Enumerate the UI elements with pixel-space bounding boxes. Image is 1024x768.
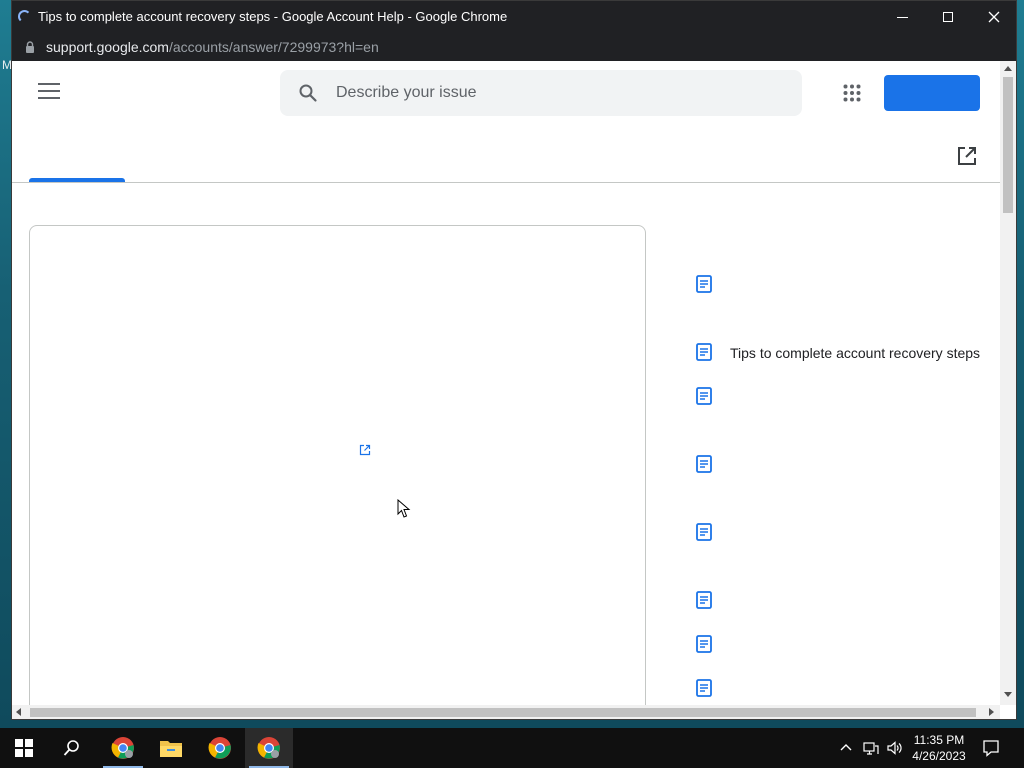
article-icon [696,275,712,293]
close-icon [988,11,1000,23]
vertical-scrollbar[interactable] [1000,61,1016,705]
url-host: support.google.com [46,39,169,55]
url-text[interactable]: support.google.com/accounts/answer/72999… [46,39,379,55]
related-article-item[interactable] [696,523,996,545]
loading-spinner-icon [18,10,31,23]
related-article-item[interactable] [696,591,996,613]
close-button[interactable] [971,1,1017,33]
title-bar[interactable]: Tips to complete account recovery steps … [12,1,1016,33]
volume-icon[interactable] [886,740,902,756]
related-article-label: Tips to complete account recovery steps [730,345,981,361]
related-articles-list: Tips to complete account recovery steps [696,61,996,705]
article-icon [696,591,712,609]
chrome-popup-window: Tips to complete account recovery steps … [11,0,1017,720]
scroll-down-arrow-icon[interactable] [1004,692,1012,697]
chrome-icon [111,737,134,759]
vertical-scroll-thumb[interactable] [1003,77,1013,213]
mouse-pointer-icon [397,499,411,518]
article-icon [696,635,712,653]
start-button[interactable] [0,728,48,768]
taskbar: 11:35 PM 4/26/2023 [0,728,1024,768]
url-path: /accounts/answer/7299973?hl=en [168,39,379,55]
taskbar-file-explorer[interactable] [147,728,195,768]
horizontal-scroll-thumb[interactable] [30,708,976,717]
system-clock[interactable]: 11:35 PM 4/26/2023 [906,732,972,764]
folder-icon [160,741,182,757]
external-link-icon[interactable] [359,444,371,456]
article-icon [696,523,712,541]
help-page: Tips to complete account recovery steps [12,61,1000,705]
related-article-item[interactable] [696,679,996,701]
notification-center-icon[interactable] [982,739,1000,757]
related-article-item[interactable] [696,387,996,409]
taskbar-chrome[interactable] [196,728,244,768]
hamburger-menu-icon[interactable] [38,83,60,101]
related-article-item[interactable] [696,275,996,297]
scroll-left-arrow-icon[interactable] [16,708,21,716]
article-icon [696,679,712,697]
related-article-item[interactable] [696,635,996,657]
search-icon [63,740,79,756]
windows-logo-icon [15,739,33,757]
chevron-up-icon[interactable] [838,740,854,756]
related-article-item[interactable]: Tips to complete account recovery steps [696,343,996,365]
window-title: Tips to complete account recovery steps … [38,9,508,24]
clock-time: 11:35 PM [913,733,965,747]
taskbar-chrome-profile-app[interactable] [99,728,147,768]
horizontal-scrollbar[interactable] [12,705,1000,719]
minimize-button[interactable] [879,1,925,33]
taskbar-search-button[interactable] [48,728,96,768]
article-icon [696,387,712,405]
search-icon [299,84,317,102]
maximize-button[interactable] [925,1,971,33]
chrome-icon [208,737,231,759]
network-icon[interactable] [863,740,879,756]
related-article-item[interactable] [696,455,996,477]
scroll-right-arrow-icon[interactable] [989,708,994,716]
address-bar[interactable]: support.google.com/accounts/answer/72999… [12,33,1016,61]
minimize-icon [896,16,908,18]
content-card [29,225,646,705]
chrome-icon [257,737,280,759]
lock-icon [26,41,34,53]
article-icon [696,455,712,473]
article-icon [696,343,712,361]
scroll-up-arrow-icon[interactable] [1004,66,1012,71]
taskbar-chrome-active[interactable] [245,728,293,768]
maximize-icon [943,12,953,23]
clock-date: 4/26/2023 [912,749,966,763]
